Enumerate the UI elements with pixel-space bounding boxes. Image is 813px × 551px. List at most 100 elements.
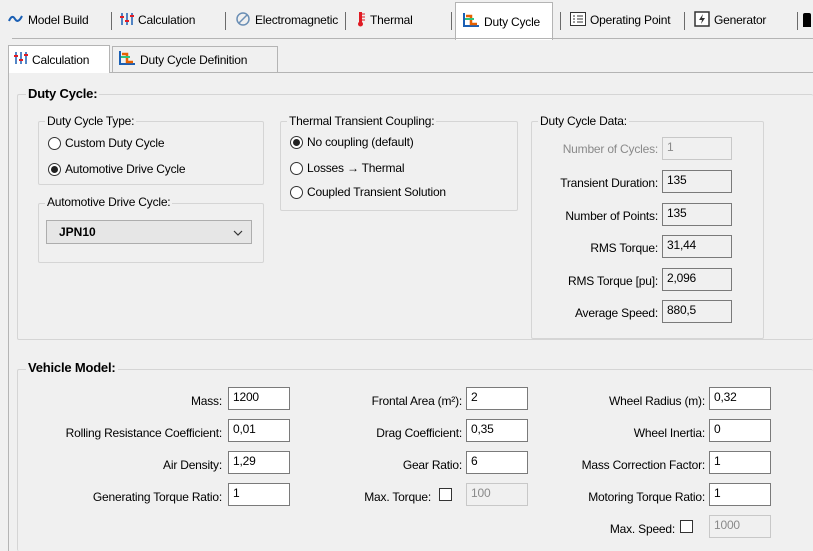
radio-coupled-transient[interactable]: Coupled Transient Solution <box>290 185 446 199</box>
rms-torque-field[interactable]: 31,44 <box>662 235 732 258</box>
tab-operating-point[interactable]: Operating Point <box>564 2 676 38</box>
tab-divider <box>345 12 346 30</box>
tab-calculation[interactable]: Calculation <box>114 2 201 38</box>
tab-label: Thermal <box>370 13 413 27</box>
tab-electromagnetic[interactable]: Electromagnetic <box>230 2 344 38</box>
drive-cycle-select[interactable]: JPN10 <box>46 220 252 244</box>
tab-label: Calculation <box>138 13 196 27</box>
motoring-torque-ratio-field[interactable]: 1 <box>709 483 771 506</box>
radio-label: Custom Duty Cycle <box>65 136 165 150</box>
vehicle-model-title: Vehicle Model: <box>26 360 118 375</box>
subtab-label: Duty Cycle Definition <box>140 52 248 67</box>
tab-divider <box>111 12 112 30</box>
max-speed-field: 1000 <box>709 515 771 538</box>
transient-duration-field[interactable]: 135 <box>662 170 732 193</box>
duty-cycle-type-title: Duty Cycle Type: <box>45 114 137 128</box>
drag-coefficient-field[interactable]: 0,35 <box>466 419 528 442</box>
rolling-resistance-field[interactable]: 0,01 <box>228 419 290 442</box>
tab-strip-line <box>12 38 813 39</box>
radio-custom-duty-cycle[interactable]: Custom Duty Cycle <box>48 136 164 150</box>
motoring-torque-ratio-label: Motoring Torque Ratio: <box>588 490 705 504</box>
tab-label: Generator <box>714 13 767 27</box>
automotive-drive-cycle-title: Automotive Drive Cycle: <box>45 195 173 209</box>
average-speed-label: Average Speed: <box>574 306 658 320</box>
tab-thermal[interactable]: Thermal <box>350 2 419 38</box>
radio-button[interactable] <box>48 162 61 176</box>
generator-icon <box>694 10 710 30</box>
frontal-area-field[interactable]: 2 <box>466 387 528 410</box>
duty-cycle-icon <box>462 12 480 31</box>
number-of-cycles-field: 1 <box>662 137 732 160</box>
model-build-icon <box>8 13 24 28</box>
duty-cycle-icon <box>118 50 136 69</box>
duty-cycle-data-title: Duty Cycle Data: <box>538 114 629 128</box>
number-of-points-field[interactable]: 135 <box>662 203 732 226</box>
wheel-radius-label: Wheel Radius (m): <box>609 394 705 408</box>
main-tab-strip: Model Build Calculation Electromagnetic … <box>0 0 813 40</box>
radio-automotive-drive-cycle[interactable]: Automotive Drive Cycle <box>48 162 186 176</box>
overflow-tab-icon[interactable] <box>803 13 811 27</box>
tab-divider <box>684 12 685 30</box>
radio-label: No coupling (default) <box>307 135 414 149</box>
tab-label: Electromagnetic <box>255 13 339 27</box>
radio-losses-thermal[interactable]: Losses → Thermal <box>290 161 404 175</box>
tab-label: Model Build <box>28 13 89 27</box>
subtab-calculation[interactable]: Calculation <box>8 45 110 73</box>
frontal-area-label: Frontal Area (m²): <box>371 394 463 408</box>
wheel-inertia-label: Wheel Inertia: <box>633 426 705 440</box>
average-speed-field[interactable]: 880,5 <box>662 300 732 323</box>
drag-coefficient-label: Drag Coefficient: <box>376 426 462 440</box>
radio-no-coupling[interactable]: No coupling (default) <box>290 135 414 149</box>
transient-duration-label: Transient Duration: <box>560 176 658 190</box>
rms-torque-label: RMS Torque: <box>590 241 658 255</box>
gear-ratio-label: Gear Ratio: <box>402 458 462 472</box>
gear-ratio-field[interactable]: 6 <box>466 451 528 474</box>
generating-torque-ratio-field[interactable]: 1 <box>228 483 290 506</box>
wheel-inertia-field[interactable]: 0 <box>709 419 771 442</box>
rms-torque-pu-label: RMS Torque [pu]: <box>568 274 658 288</box>
wheel-radius-field[interactable]: 0,32 <box>709 387 771 410</box>
number-of-cycles-label: Number of Cycles: <box>562 142 658 156</box>
max-speed-checkbox[interactable] <box>680 520 693 533</box>
subtab-label: Calculation <box>32 52 90 67</box>
mass-correction-factor-field[interactable]: 1 <box>709 451 771 474</box>
subtab-duty-cycle-definition[interactable]: Duty Cycle Definition <box>112 46 278 72</box>
tab-duty-cycle[interactable]: Duty Cycle <box>455 2 553 40</box>
tab-divider <box>225 12 226 30</box>
max-torque-checkbox[interactable] <box>439 488 452 501</box>
radio-button[interactable] <box>48 136 61 150</box>
radio-button[interactable] <box>290 185 303 199</box>
radio-label: Losses → Thermal <box>307 161 405 175</box>
tab-label: Duty Cycle <box>484 14 541 29</box>
drive-cycle-value: JPN10 <box>59 225 96 239</box>
radio-label: Coupled Transient Solution <box>307 185 446 199</box>
radio-button[interactable] <box>290 135 303 149</box>
tab-label: Operating Point <box>590 13 671 27</box>
content-frame-top <box>8 72 813 73</box>
radio-button[interactable] <box>290 161 303 175</box>
chevron-down-icon <box>233 227 243 241</box>
air-density-field[interactable]: 1,29 <box>228 451 290 474</box>
mass-correction-factor-label: Mass Correction Factor: <box>581 458 706 472</box>
electromagnetic-icon <box>236 11 251 29</box>
max-speed-label: Max. Speed: <box>609 522 675 536</box>
calculation-icon <box>120 12 134 29</box>
rms-torque-pu-field[interactable]: 2,096 <box>662 268 732 291</box>
tab-model-build[interactable]: Model Build <box>2 2 95 38</box>
content-frame-left <box>8 72 9 551</box>
generating-torque-ratio-label: Generating Torque Ratio: <box>92 490 222 504</box>
number-of-points-label: Number of Points: <box>565 209 658 223</box>
operating-point-icon <box>570 11 586 29</box>
rolling-resistance-label: Rolling Resistance Coefficient: <box>65 426 223 440</box>
tab-generator[interactable]: Generator <box>688 2 772 38</box>
thermal-icon <box>356 11 366 30</box>
max-torque-field: 100 <box>466 483 528 506</box>
mass-field[interactable]: 1200 <box>228 387 290 410</box>
tab-divider <box>797 12 798 30</box>
duty-cycle-title: Duty Cycle: <box>26 86 100 101</box>
air-density-label: Air Density: <box>163 458 222 472</box>
thermal-coupling-title: Thermal Transient Coupling: <box>287 114 437 128</box>
radio-label: Automotive Drive Cycle <box>65 162 186 176</box>
mass-label: Mass: <box>190 394 222 408</box>
max-torque-label: Max. Torque: <box>364 490 431 504</box>
